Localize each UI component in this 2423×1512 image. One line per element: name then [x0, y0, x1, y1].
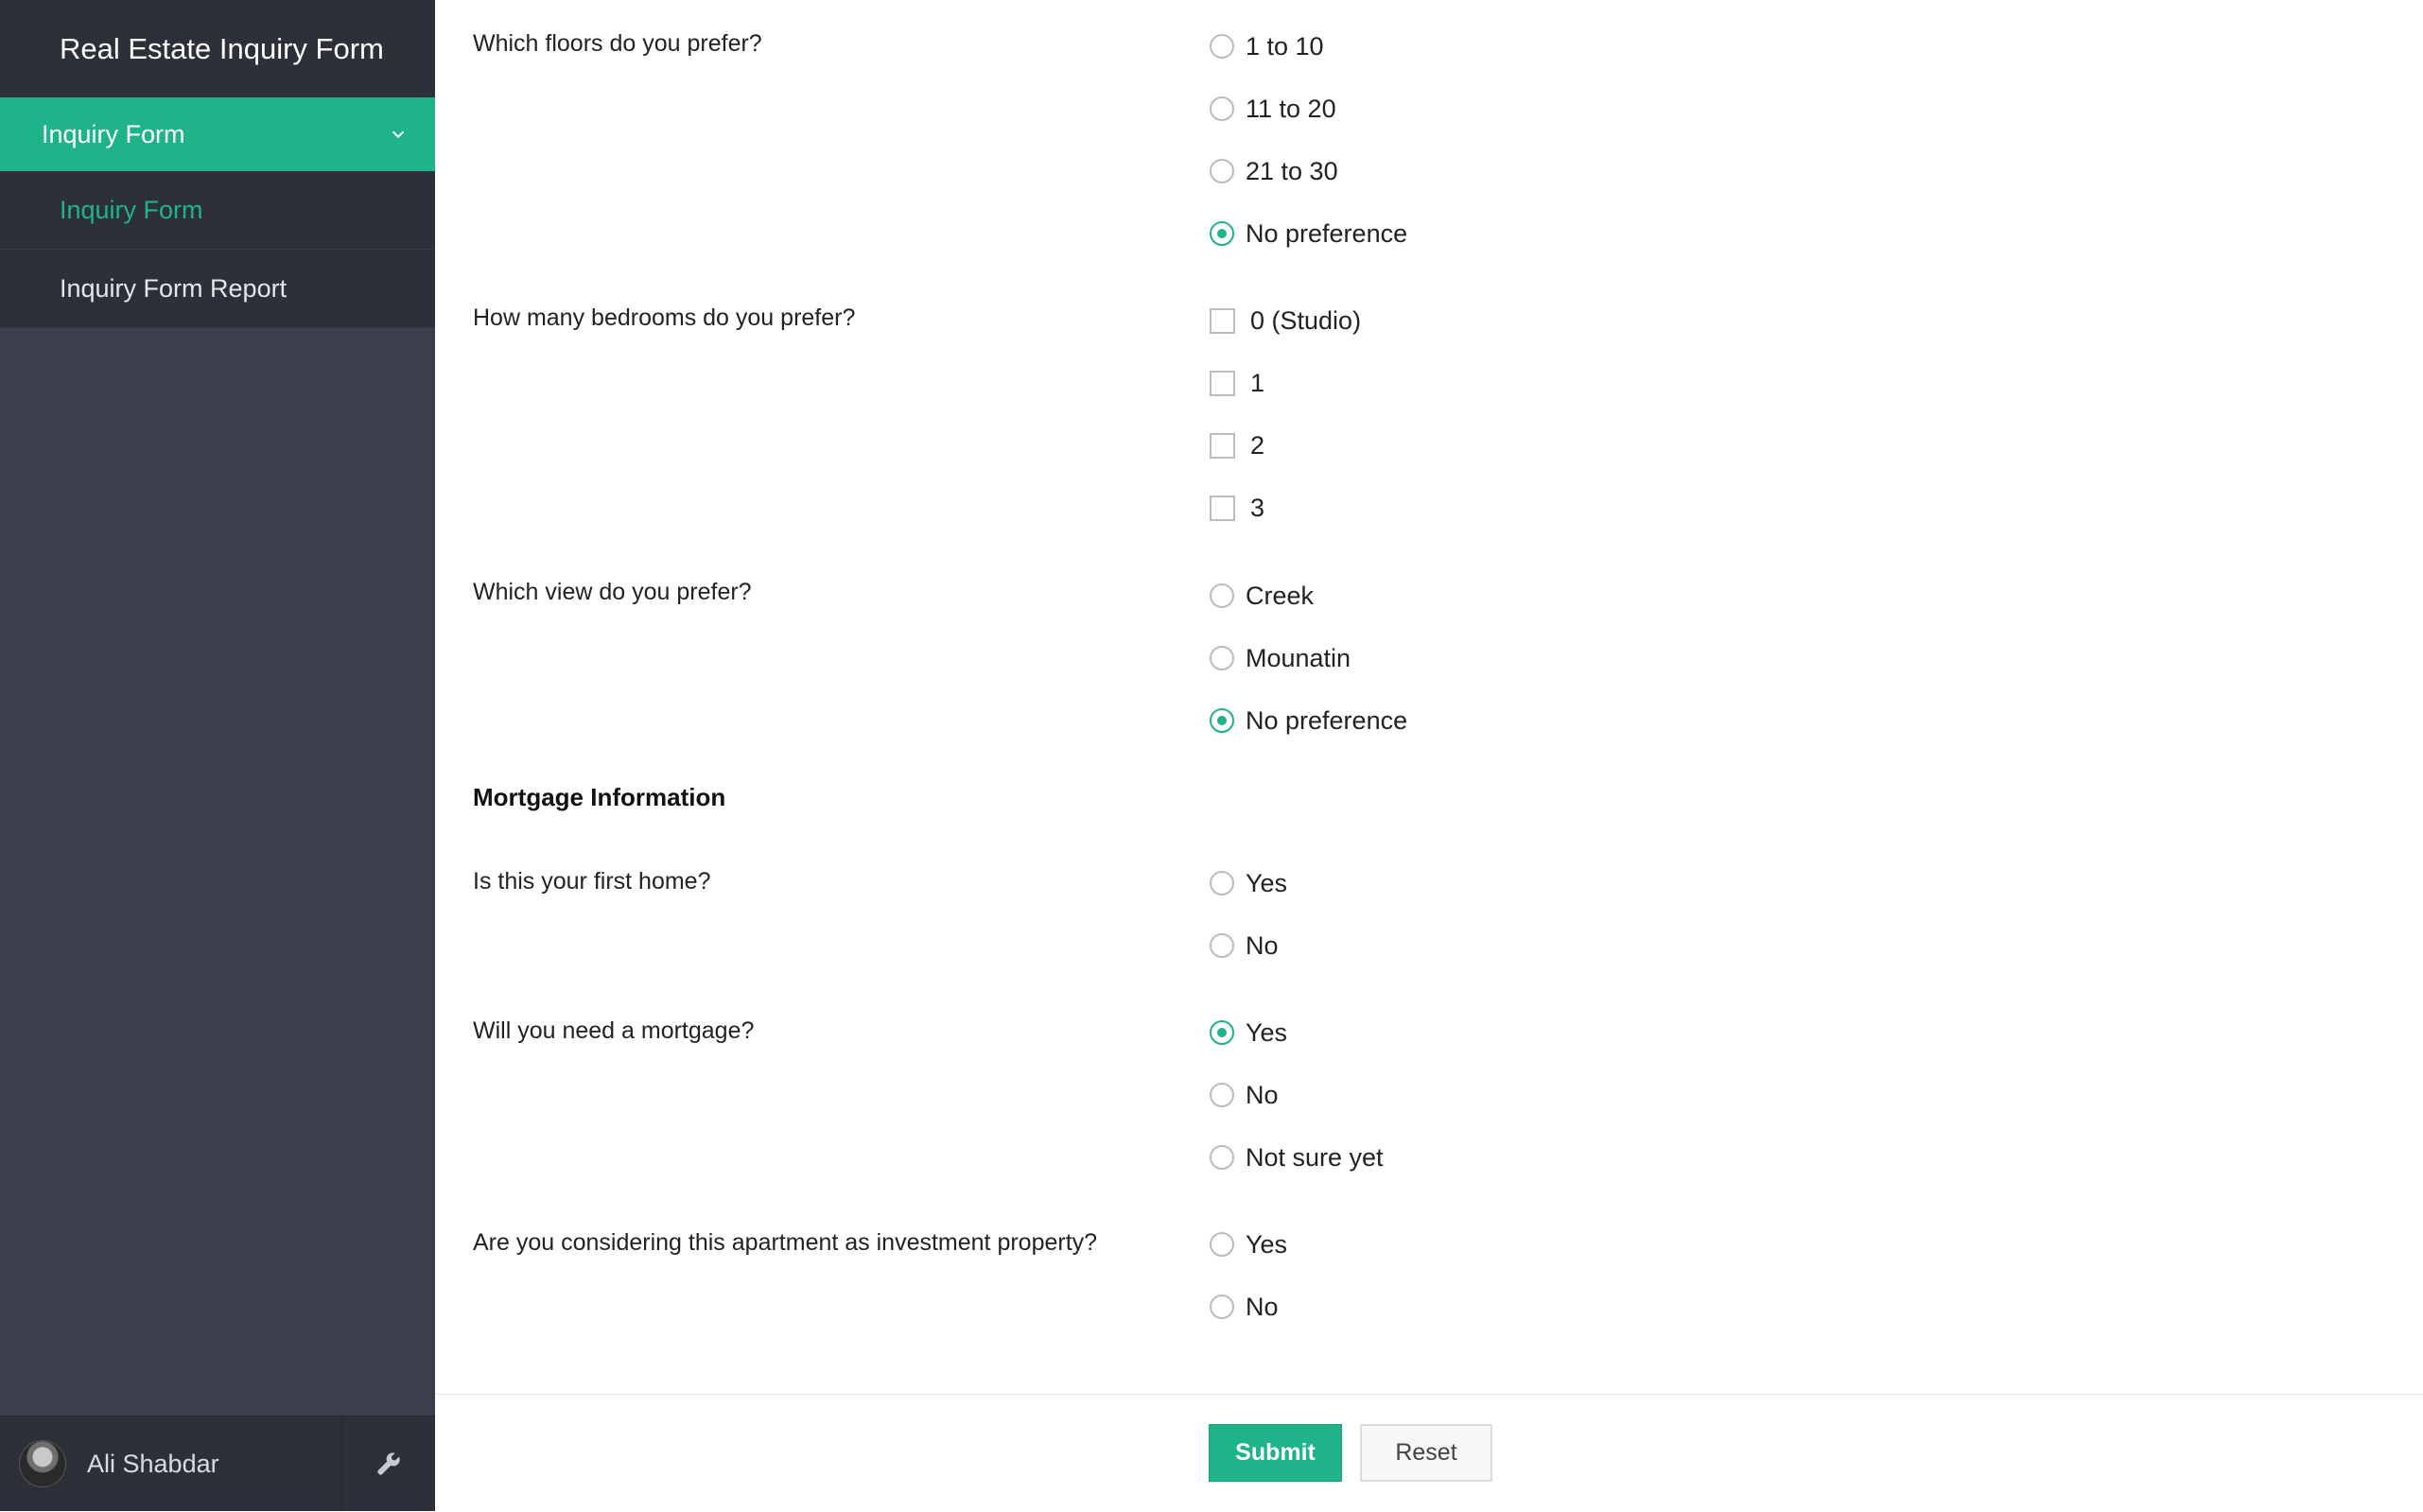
radio-button[interactable] [1210, 1083, 1234, 1107]
first-home-option-no[interactable]: No [1210, 927, 1279, 965]
option-label: 1 to 10 [1246, 31, 1324, 61]
bedrooms-option-3[interactable]: 3 [1210, 489, 1264, 527]
app-title: Real Estate Inquiry Form [0, 0, 435, 97]
option-label: 1 [1250, 368, 1265, 397]
mortgage-option-yes[interactable]: Yes [1210, 1014, 1287, 1051]
option-label: 11 to 20 [1246, 94, 1336, 123]
sidebar-item-label: Inquiry Form [60, 195, 203, 224]
checkbox[interactable] [1210, 307, 1235, 334]
question-need-mortgage: Will you need a mortgage? [473, 1017, 755, 1044]
bedrooms-option-2[interactable]: 2 [1210, 426, 1264, 464]
view-option-creek[interactable]: Creek [1210, 577, 1314, 615]
chevron-down-icon [392, 130, 405, 139]
reset-button[interactable]: Reset [1360, 1424, 1492, 1482]
view-option-mountain[interactable]: Mounatin [1210, 639, 1351, 677]
sidebar: Real Estate Inquiry Form Inquiry Form In… [0, 0, 435, 1511]
checkbox[interactable] [1210, 495, 1235, 521]
wrench-icon [377, 1452, 400, 1475]
bedrooms-option-1[interactable]: 1 [1210, 364, 1264, 402]
radio-button[interactable] [1210, 933, 1234, 958]
option-label: Mounatin [1246, 643, 1351, 672]
option-label: No preference [1246, 705, 1408, 735]
option-label: Yes [1246, 1017, 1288, 1047]
sidebar-footer: Ali Shabdar [0, 1416, 435, 1511]
radio-button[interactable] [1210, 221, 1234, 246]
investment-option-yes[interactable]: Yes [1210, 1225, 1287, 1263]
sidebar-item-inquiry-form[interactable]: Inquiry Form [0, 171, 435, 250]
radio-button[interactable] [1210, 583, 1234, 608]
investment-option-no[interactable]: No [1210, 1288, 1279, 1326]
mortgage-option-not-sure[interactable]: Not sure yet [1210, 1138, 1384, 1176]
main-content: Which floors do you prefer? 1 to 10 11 t… [435, 0, 2423, 1512]
floors-option-11-20[interactable]: 11 to 20 [1210, 90, 1336, 128]
radio-button[interactable] [1210, 159, 1234, 183]
bedrooms-option-studio[interactable]: 0 (Studio) [1210, 302, 1361, 339]
radio-button[interactable] [1210, 1020, 1234, 1045]
option-label: 2 [1250, 430, 1265, 460]
radio-button[interactable] [1210, 34, 1234, 59]
settings-button[interactable] [341, 1416, 435, 1511]
question-bedrooms: How many bedrooms do you prefer? [473, 304, 856, 331]
view-option-no-preference[interactable]: No preference [1210, 702, 1407, 739]
avatar [19, 1440, 66, 1487]
sidebar-group-label: Inquiry Form [42, 119, 185, 148]
checkbox[interactable] [1210, 370, 1235, 396]
radio-button[interactable] [1210, 646, 1234, 670]
radio-button[interactable] [1210, 1145, 1234, 1170]
option-label: No preference [1246, 218, 1408, 248]
radio-button[interactable] [1210, 1232, 1234, 1257]
question-first-home: Is this your first home? [473, 868, 711, 895]
sidebar-item-label: Inquiry Form Report [60, 273, 288, 303]
submit-button[interactable]: Submit [1209, 1424, 1342, 1482]
question-floors: Which floors do you prefer? [473, 30, 762, 57]
option-label: Yes [1246, 1229, 1288, 1259]
section-title-mortgage: Mortgage Information [473, 783, 726, 811]
radio-button[interactable] [1210, 708, 1234, 733]
option-label: 21 to 30 [1246, 156, 1338, 185]
option-label: No [1246, 1080, 1279, 1109]
radio-button[interactable] [1210, 96, 1234, 121]
floors-option-1-10[interactable]: 1 to 10 [1210, 27, 1324, 65]
user-name: Ali Shabdar [87, 1449, 219, 1478]
form-actions-bar: Submit Reset [435, 1394, 2423, 1512]
floors-option-21-30[interactable]: 21 to 30 [1210, 152, 1338, 190]
option-label: No [1246, 930, 1279, 960]
option-label: No [1246, 1292, 1279, 1321]
question-investment: Are you considering this apartment as in… [473, 1229, 1098, 1256]
question-view: Which view do you prefer? [473, 579, 752, 605]
option-label: 3 [1250, 493, 1265, 522]
option-label: 0 (Studio) [1250, 305, 1362, 335]
first-home-option-yes[interactable]: Yes [1210, 864, 1287, 902]
option-label: Yes [1246, 868, 1288, 897]
radio-button[interactable] [1210, 1295, 1234, 1319]
option-label: Not sure yet [1246, 1142, 1384, 1172]
sidebar-item-inquiry-form-report[interactable]: Inquiry Form Report [0, 250, 435, 328]
floors-option-no-preference[interactable]: No preference [1210, 215, 1407, 252]
radio-button[interactable] [1210, 871, 1234, 895]
option-label: Creek [1246, 581, 1315, 610]
user-profile[interactable]: Ali Shabdar [0, 1416, 341, 1511]
checkbox[interactable] [1210, 432, 1235, 459]
mortgage-option-no[interactable]: No [1210, 1076, 1279, 1114]
sidebar-group-inquiry-form[interactable]: Inquiry Form [0, 97, 435, 171]
